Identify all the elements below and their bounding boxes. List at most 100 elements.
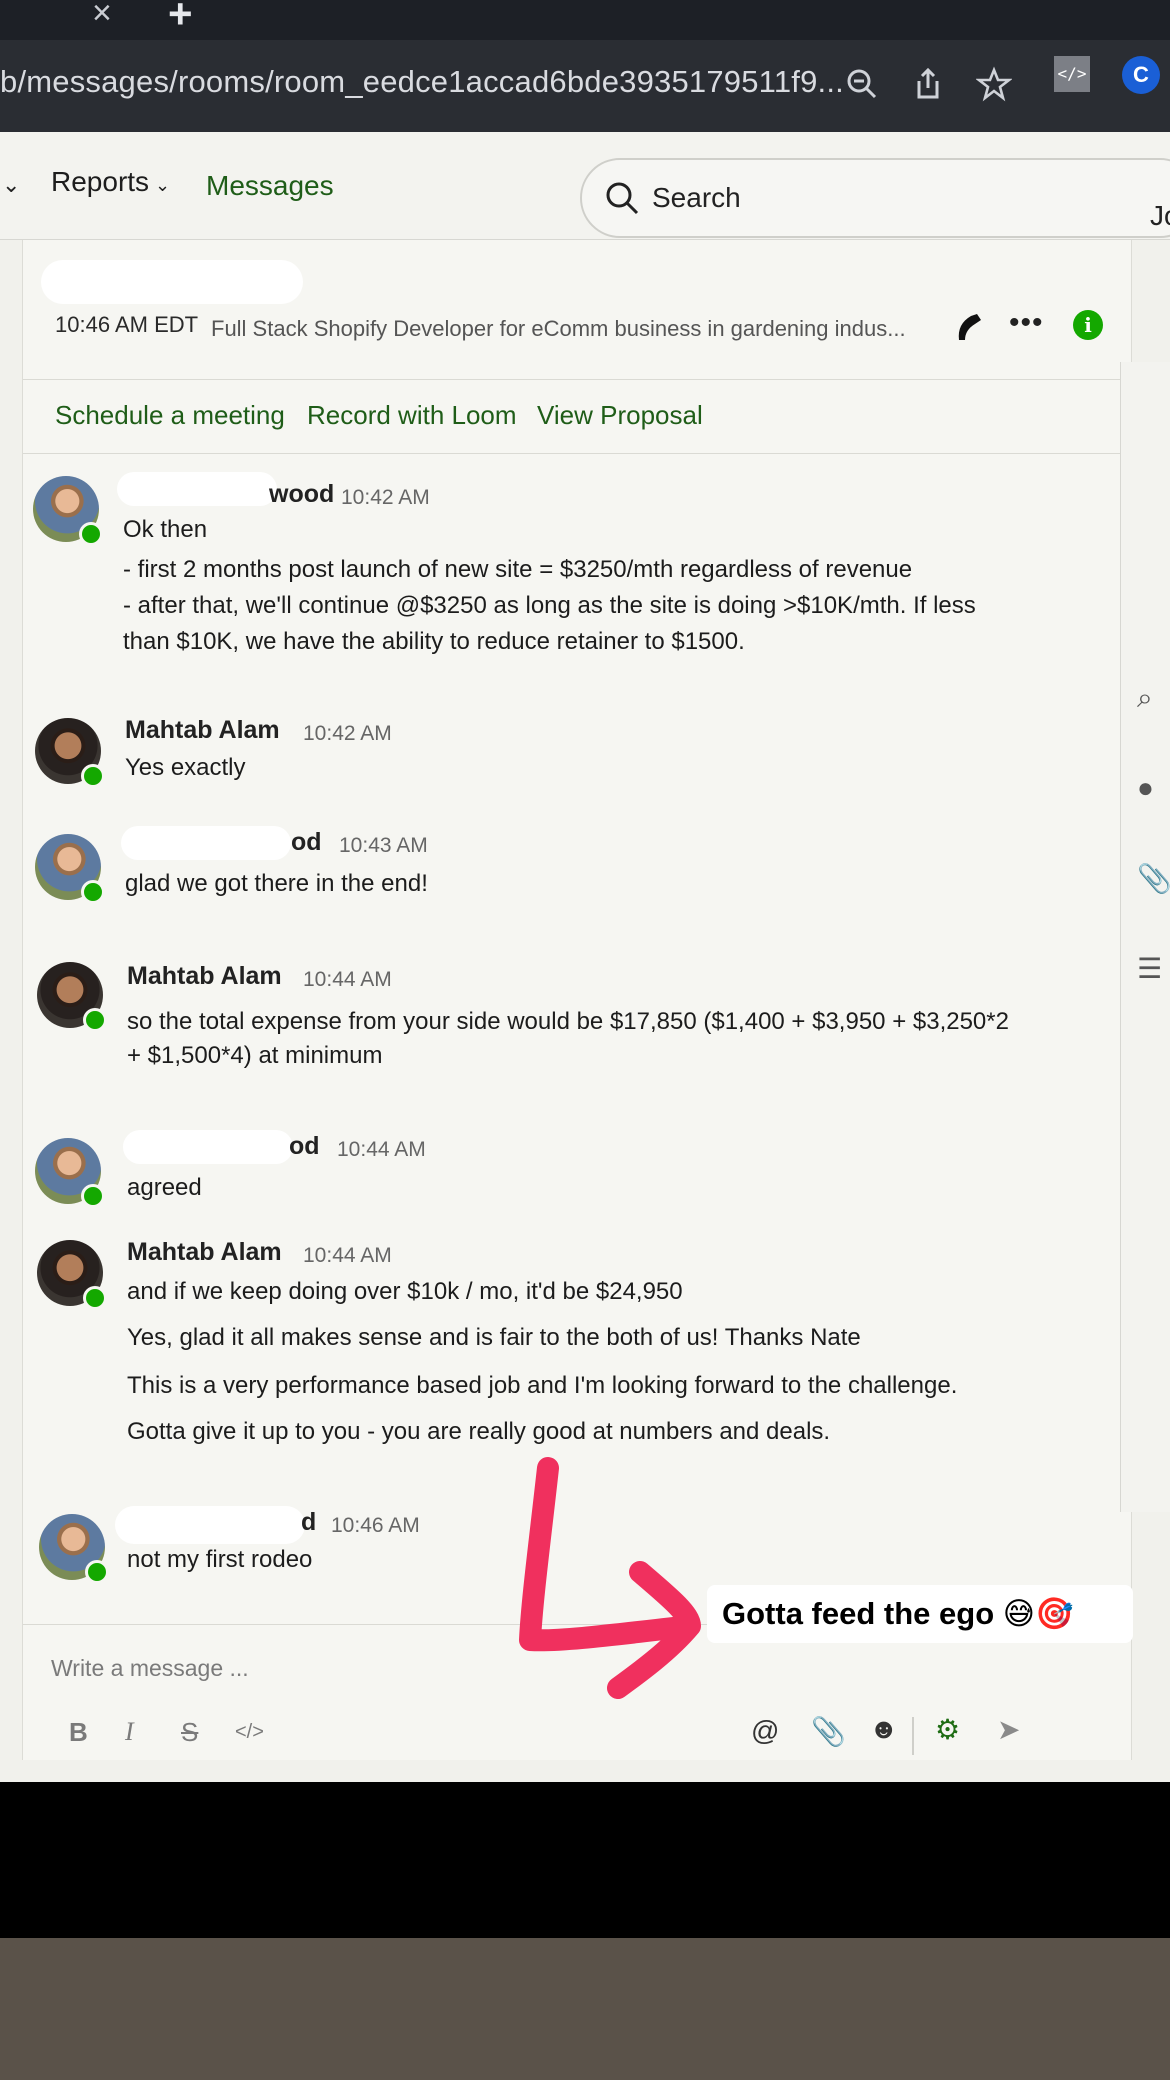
nav-messages[interactable]: Messages xyxy=(206,170,334,202)
message-time: 10:42 AM xyxy=(303,722,392,745)
search-label: Search xyxy=(652,182,741,213)
message-sender[interactable]: od xyxy=(289,1132,320,1161)
room-header: 10:46 AM EDT Full Stack Shopify Develope… xyxy=(23,240,1133,380)
online-status-dot xyxy=(79,522,103,546)
message-time: 10:43 AM xyxy=(339,834,428,857)
settings-gear-icon[interactable]: ⚙ xyxy=(935,1713,960,1746)
room-actions: Schedule a meeting Record with Loom View… xyxy=(23,380,1133,454)
message-item: od 10:44 AM agreed xyxy=(23,1110,1103,1208)
message-time: 10:46 AM xyxy=(331,1514,420,1537)
message-text: Ok then xyxy=(123,516,208,543)
message-item: od 10:43 AM glad we got there in the end… xyxy=(23,818,1103,908)
search-icon[interactable]: ⌕ xyxy=(1137,682,1153,715)
mention-icon[interactable]: @ xyxy=(751,1715,779,1747)
redacted-name-block xyxy=(41,260,303,304)
search-icon xyxy=(606,182,639,215)
message-time: 10:44 AM xyxy=(303,968,392,991)
message-sender[interactable]: od xyxy=(291,828,322,857)
message-text: - first 2 months post launch of new site… xyxy=(123,556,913,583)
message-text: Yes exactly xyxy=(125,754,246,781)
message-sender[interactable]: Mahtab Alam xyxy=(127,1238,282,1267)
emoji-icon[interactable]: ☻ xyxy=(869,1713,898,1745)
message-text: so the total expense from your side woul… xyxy=(127,1008,1009,1035)
messages-page: ⌄ Reports⌄ Messages Search Jo 10:46 AM E… xyxy=(0,132,1170,1782)
bold-button[interactable]: B xyxy=(69,1717,88,1748)
notes-icon[interactable]: ☰ xyxy=(1137,952,1162,985)
people-icon[interactable]: ● xyxy=(1137,772,1154,804)
message-item: Mahtab Alam 10:42 AM Yes exactly xyxy=(23,692,1103,792)
chevron-down-icon[interactable]: ⌄ xyxy=(2,172,20,198)
screen-bezel xyxy=(0,1782,1170,1938)
room-local-time: 10:46 AM EDT xyxy=(55,312,199,337)
message-item: wood 10:42 AM Ok then - first 2 months p… xyxy=(23,472,1103,676)
top-navigation: ⌄ Reports⌄ Messages Search Jo xyxy=(0,132,1170,240)
message-sender[interactable]: wood xyxy=(269,480,334,509)
zoom-out-icon[interactable] xyxy=(844,66,880,102)
message-text: agreed xyxy=(127,1174,202,1201)
avatar[interactable] xyxy=(37,1240,107,1310)
message-text: Gotta give it up to you - you are really… xyxy=(127,1418,831,1445)
message-text: glad we got there in the end! xyxy=(125,870,428,897)
strikethrough-button[interactable]: S xyxy=(181,1717,198,1748)
new-tab-icon[interactable]: + xyxy=(168,0,193,38)
message-text: + $1,500*4) at minimum xyxy=(127,1042,383,1069)
attachment-icon[interactable]: 📎 xyxy=(811,1715,846,1748)
message-text: - after that, we'll continue @$3250 as l… xyxy=(123,592,976,619)
nav-reports-label: Reports xyxy=(51,166,150,197)
right-sidebar: ⌕ ● 📎 ☰ xyxy=(1120,362,1170,1512)
profile-extension-icon[interactable]: C xyxy=(1122,56,1160,94)
record-loom-link[interactable]: Record with Loom xyxy=(307,400,517,431)
online-status-dot xyxy=(83,1286,107,1310)
phone-icon[interactable] xyxy=(953,310,987,344)
avatar[interactable] xyxy=(35,718,105,788)
nav-reports[interactable]: Reports ⌄ xyxy=(51,166,170,198)
message-composer: Write a message ... B I S </> @ 📎 ☻ ⚙ ➤ xyxy=(23,1624,1133,1764)
message-text: Yes, glad it all makes sense and is fair… xyxy=(127,1324,861,1351)
italic-button[interactable]: I xyxy=(125,1717,134,1747)
avatar[interactable] xyxy=(35,1138,105,1208)
search-input[interactable]: Search xyxy=(580,158,1170,238)
browser-address-bar: b/messages/rooms/room_eedce1accad6bde393… xyxy=(0,40,1170,132)
message-text: not my first rodeo xyxy=(127,1546,313,1573)
redacted-name-block xyxy=(123,1130,293,1164)
message-item: Mahtab Alam 10:44 AM so the total expens… xyxy=(23,940,1103,1080)
message-sender[interactable]: d xyxy=(301,1508,316,1537)
schedule-meeting-link[interactable]: Schedule a meeting xyxy=(55,400,285,431)
avatar[interactable] xyxy=(37,962,107,1032)
avatar[interactable] xyxy=(39,1514,109,1584)
attachment-icon[interactable]: 📎 xyxy=(1137,862,1170,895)
message-text: and if we keep doing over $10k / mo, it'… xyxy=(127,1278,683,1305)
message-time: 10:44 AM xyxy=(337,1138,426,1161)
online-status-dot xyxy=(85,1560,109,1584)
info-icon[interactable]: i xyxy=(1073,310,1103,340)
share-icon[interactable] xyxy=(910,66,946,102)
online-status-dot xyxy=(81,880,105,904)
message-input[interactable]: Write a message ... xyxy=(51,1655,249,1682)
story-caption: Gotta feed the ego 😅🎯 xyxy=(707,1585,1133,1643)
message-time: 10:44 AM xyxy=(303,1244,392,1267)
message-text: This is a very performance based job and… xyxy=(127,1372,958,1399)
user-menu[interactable]: Jo xyxy=(1150,200,1170,232)
bookmark-star-icon[interactable] xyxy=(976,66,1012,102)
message-item: d 10:46 AM not my first rodeo xyxy=(23,1496,1103,1586)
avatar[interactable] xyxy=(35,834,105,904)
online-status-dot xyxy=(83,1008,107,1032)
view-proposal-link[interactable]: View Proposal xyxy=(537,400,703,431)
online-status-dot xyxy=(81,764,105,788)
url-text[interactable]: b/messages/rooms/room_eedce1accad6bde393… xyxy=(0,64,844,100)
chevron-down-icon: ⌄ xyxy=(155,175,171,195)
code-extension-icon[interactable]: </> xyxy=(1054,56,1090,92)
browser-tab-bar: × + xyxy=(0,0,1170,40)
close-tab-icon[interactable]: × xyxy=(92,0,112,33)
message-sender[interactable]: Mahtab Alam xyxy=(127,962,282,991)
message-time: 10:42 AM xyxy=(341,486,430,509)
code-button[interactable]: </> xyxy=(235,1721,264,1744)
message-text: than $10K, we have the ability to reduce… xyxy=(123,628,745,655)
redacted-name-block xyxy=(115,1506,305,1544)
more-options-icon[interactable]: ••• xyxy=(1009,306,1044,340)
send-icon[interactable]: ➤ xyxy=(997,1713,1020,1746)
redacted-name-block xyxy=(117,472,277,506)
avatar[interactable] xyxy=(33,476,103,546)
room-title[interactable]: Full Stack Shopify Developer for eComm b… xyxy=(211,316,906,342)
message-sender[interactable]: Mahtab Alam xyxy=(125,716,280,745)
